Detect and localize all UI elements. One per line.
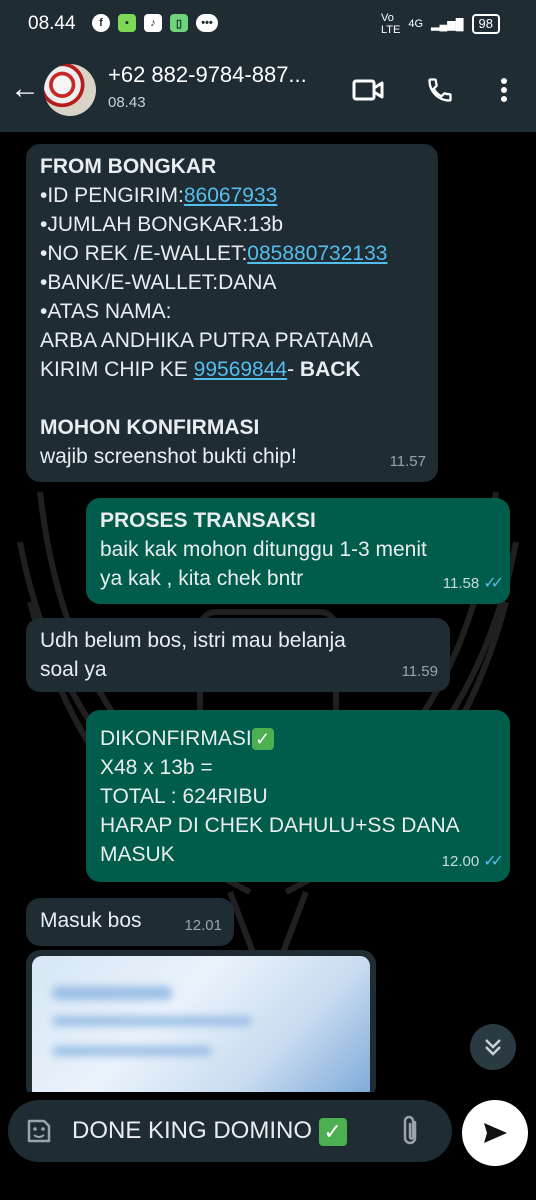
avatar[interactable] [44,64,96,116]
outgoing-message[interactable]: DIKONFIRMASI ✓ X48 x 13b = TOTAL : 624RIB… [86,710,510,882]
id-label: •ID PENGIRIM: [40,184,184,207]
image-message[interactable] [26,950,376,1092]
message-input-text: DONE KING DOMINO [72,1117,313,1144]
kirim-label: KIRIM CHIP KE [40,358,194,381]
kirim-suffix: - [287,358,300,381]
message-line: ya kak , kita chek bntr [100,567,304,590]
message-time: 12.00 [441,853,480,870]
chat-header: ← +62 882-9784-887... 08.43 [0,48,536,132]
kirim-link[interactable]: 99569844 [194,358,287,381]
check-mark-icon: ✓ [318,1117,347,1146]
message-line: X48 x 13b = [100,756,213,779]
back-text: BACK [299,358,361,381]
check-mark-icon: ✓ [251,728,274,751]
more-vert-icon[interactable] [486,72,522,108]
send-icon [484,1123,507,1143]
volte-icon: Vo LTE [380,12,401,36]
incoming-message[interactable]: Udh belum bos, istri mau belanja soal ya… [26,618,450,692]
message-line: Udh belum bos, istri mau belanja [40,629,346,652]
id-link[interactable]: 86067933 [184,184,277,207]
sticker-icon[interactable] [24,1116,54,1151]
last-seen: 08.43 [108,94,146,111]
battery-level: 98 [471,14,500,34]
message-line: MASUK [100,843,175,866]
read-ticks-icon: ✓✓ [483,575,504,592]
back-arrow-icon[interactable]: ← [10,74,40,104]
message-input[interactable]: DONE KING DOMINO ✓ [8,1100,452,1162]
incoming-message[interactable]: Masuk bos 12.01 [26,898,234,946]
signal-icon: ▂▄▆█ [431,18,464,31]
video-call-icon[interactable] [350,72,386,108]
tiktok-icon: ♪ [144,14,162,32]
blurred-image[interactable] [32,956,370,1092]
status-right: Vo LTE 4G ▂▄▆█ 98 [381,12,500,36]
message-line: TOTAL : 624RIBU [100,785,268,808]
message-line: HARAP DI CHEK DAHULU+SS DANA [100,814,460,837]
network-label: 4G [408,18,424,30]
notification-icons: f ▪ ♪ ▯ ••• [92,14,218,32]
message-title: PROSES TRANSAKSI [100,509,316,532]
message-time: 11.57 [389,453,426,470]
message-time: 11.59 [401,663,438,680]
message-line: DIKONFIRMASI [100,727,252,750]
contact-name[interactable]: +62 882-9784-887... [108,62,307,88]
more-notifications-icon: ••• [196,14,218,32]
atas-nama-line: •ATAS NAMA: [40,300,172,323]
scroll-down-icon[interactable] [470,1024,516,1070]
bank-line: •BANK/E-WALLET:DANA [40,271,277,294]
amount-line: •JUMLAH BONGKAR:13b [40,213,284,236]
status-bar: 08.44 f ▪ ♪ ▯ ••• Vo LTE 4G ▂▄▆█ 98 [0,0,536,48]
phone-icon[interactable] [422,72,458,108]
read-ticks-icon: ✓✓ [483,853,504,870]
rek-link[interactable]: 085880732133 [247,242,387,265]
account-name: ARBA ANDHIKA PUTRA PRATAMA [40,329,373,352]
message-title: FROM BONGKAR [40,155,217,178]
rek-label: •NO REK /E-WALLET: [40,242,248,265]
outgoing-message[interactable]: PROSES TRANSAKSI baik kak mohon ditunggu… [86,498,510,604]
app-icon: ▯ [170,14,188,32]
confirm-text: wajib screenshot bukti chip! [40,445,297,468]
message-icon: ▪ [118,14,136,32]
message-line: baik kak mohon ditunggu 1-3 menit [100,538,427,561]
send-button[interactable] [462,1100,528,1166]
message-time: 12.01 [184,917,222,934]
status-time: 08.44 [28,13,76,34]
facebook-icon: f [92,14,110,32]
attach-icon[interactable] [400,1114,422,1153]
confirm-title: MOHON KONFIRMASI [40,416,260,439]
chat-area[interactable]: FROM BONGKAR •ID PENGIRIM:86067933 •JUML… [0,132,536,1092]
composer-bar: DONE KING DOMINO ✓ [0,1092,536,1200]
incoming-message[interactable]: FROM BONGKAR •ID PENGIRIM:86067933 •JUML… [26,144,438,482]
message-time: 11.58 [442,575,480,592]
message-line: soal ya [40,658,107,681]
